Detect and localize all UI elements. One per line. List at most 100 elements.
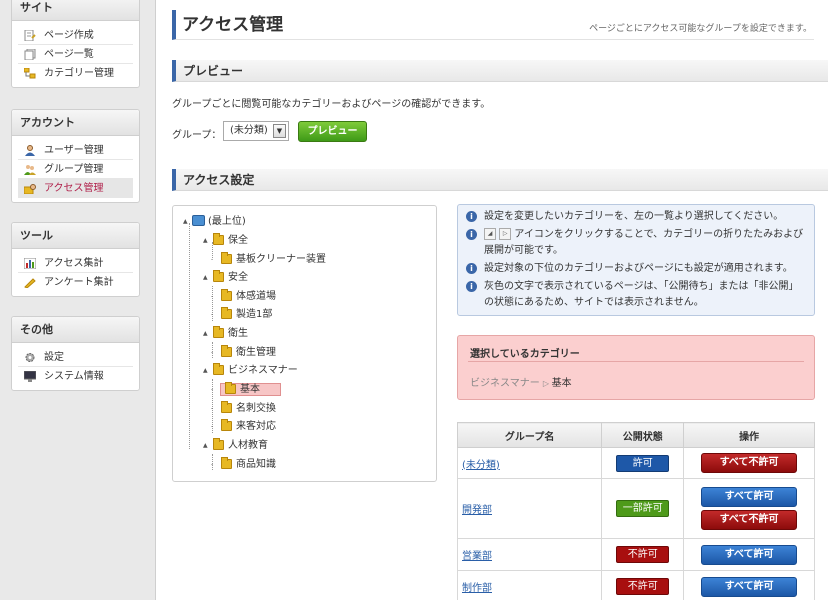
info-icon: i <box>466 281 477 292</box>
table-row: 開発部 一部許可 すべて許可 すべて不許可 <box>456 478 815 539</box>
sidebar-item-access[interactable]: アクセス管理 <box>18 179 133 198</box>
page-list-icon <box>24 49 36 60</box>
table-row: (未分類) 許可 すべて不許可 <box>456 447 815 479</box>
tree-item-label: 衛生 <box>228 328 248 339</box>
allow-all-button[interactable]: すべて許可 <box>701 544 798 565</box>
group-access-table: グループ名 公開状態 操作 (未分類) 許可 すべて不許可 開発部 一部許可 す… <box>456 422 815 600</box>
tree-item-label: 保全 <box>228 235 248 246</box>
actions-cell: すべて許可 <box>683 538 815 571</box>
collapse-icon[interactable]: ▲ <box>203 233 212 248</box>
sidebar-item-page-list[interactable]: ページ一覧 <box>18 45 133 64</box>
sidebar-item-label: カテゴリー管理 <box>44 68 114 79</box>
group-select[interactable]: (未分類) ▼ <box>223 121 289 141</box>
category-icon <box>24 68 36 79</box>
tree-item[interactable]: ▲ ビジネスマナー <box>203 363 298 378</box>
info-item: i 設定対象の下位のカテゴリーおよびページにも設定が適用されます。 <box>466 261 806 277</box>
tree-item-label: 安全 <box>228 272 248 283</box>
tree-item-label: 人材教育 <box>228 440 268 451</box>
chevron-down-icon[interactable]: ▼ <box>273 124 286 138</box>
sidebar-item-label: ページ一覧 <box>44 49 94 60</box>
sidebar-item-survey-stats[interactable]: アンケート集計 <box>18 273 133 292</box>
tree-branch: - <box>211 311 214 318</box>
group-link[interactable]: (未分類) <box>462 460 500 471</box>
group-label: グループ： <box>172 130 222 141</box>
sidebar-item-system-info[interactable]: システム情報 <box>18 367 133 386</box>
survey-icon <box>24 278 36 288</box>
deny-all-button[interactable]: すべて不許可 <box>701 453 798 473</box>
preview-button[interactable]: プレビュー <box>298 121 367 142</box>
tree-item-label: 基本 <box>220 382 281 396</box>
tree-item-label: 衛生管理 <box>236 347 276 358</box>
tree-item[interactable]: ▲ 安全 <box>203 270 248 285</box>
column-header: グループ名 <box>456 422 603 448</box>
allow-all-button[interactable]: すべて許可 <box>701 487 798 507</box>
info-text: アイコンをクリックすることで、カテゴリーの折りたたみおよび展開が可能です。 <box>484 229 804 256</box>
status-badge: 不許可 <box>616 546 670 563</box>
tree-item-label: 来客対応 <box>236 421 276 432</box>
status-badge: 許可 <box>616 454 670 472</box>
tree-item[interactable]: ▲ 保全 <box>203 233 248 248</box>
tree-item-root[interactable]: ▲ (最上位) <box>183 214 246 229</box>
tree-item[interactable]: - 商品知識 <box>211 457 276 472</box>
column-header: 操作 <box>683 422 815 448</box>
group-name-cell: 制作部 <box>456 570 603 600</box>
group-name-cell: (未分類) <box>456 447 603 479</box>
info-icon: i <box>466 229 477 240</box>
tree-item[interactable]: - 体感道場 <box>211 289 276 304</box>
sidebar-section-title: アカウント <box>12 110 139 136</box>
collapse-icon: ◢ <box>484 228 496 240</box>
group-link[interactable]: 開発部 <box>462 505 492 516</box>
tree-item[interactable]: - 製造1部 <box>211 307 272 322</box>
sidebar-item-category[interactable]: カテゴリー管理 <box>18 64 133 83</box>
allow-all-button[interactable]: すべて許可 <box>701 576 798 597</box>
sidebar-item-label: アンケート集計 <box>44 277 114 288</box>
status-cell: 許可 <box>601 447 685 479</box>
status-cell: 不許可 <box>601 538 685 571</box>
table-row: 制作部 不許可 すべて許可 <box>456 570 815 600</box>
status-cell: 不許可 <box>601 570 685 600</box>
actions-cell: すべて不許可 <box>683 447 815 479</box>
info-icon: i <box>466 263 477 274</box>
sidebar-item-page-create[interactable]: ページ作成 <box>18 26 133 45</box>
sidebar-section-title: その他 <box>12 317 139 343</box>
tree-item[interactable]: - 基板クリーナー装置 <box>211 252 326 267</box>
tree-item[interactable]: - 来客対応 <box>211 419 276 434</box>
group-link[interactable]: 制作部 <box>462 583 492 594</box>
tree-item-selected[interactable]: - 基本 <box>211 382 281 397</box>
selected-category-box: 選択しているカテゴリー ビジネスマナー ▷ 基本 <box>457 335 815 400</box>
tree-branch: - <box>211 405 214 412</box>
tree-item[interactable]: ▲ 衛生 <box>203 326 248 341</box>
tree-item[interactable]: - 名刺交換 <box>211 401 276 416</box>
group-link[interactable]: 営業部 <box>462 551 492 562</box>
sidebar-item-users[interactable]: ユーザー管理 <box>18 141 133 160</box>
page-create-icon <box>24 30 36 41</box>
collapse-icon[interactable]: ▲ <box>203 363 212 378</box>
collapse-icon[interactable]: ▲ <box>203 438 212 453</box>
info-text: 設定対象の下位のカテゴリーおよびページにも設定が適用されます。 <box>484 263 793 274</box>
collapse-icon[interactable]: ▲ <box>203 326 212 341</box>
folder-icon <box>221 419 232 431</box>
status-badge: 一部許可 <box>616 500 670 517</box>
tree-item-label: 基板クリーナー装置 <box>236 254 326 265</box>
sidebar-item-groups[interactable]: グループ管理 <box>18 160 133 179</box>
tree-item-label: 製造1部 <box>236 309 273 320</box>
tree-item[interactable]: ▲ 人材教育 <box>203 438 268 453</box>
sidebar-section-site: サイト ページ作成 ページ一覧 カテゴリー管理 <box>11 0 140 88</box>
folder-icon <box>213 363 224 375</box>
tree-item-label: 体感道場 <box>236 291 276 302</box>
deny-all-button[interactable]: すべて不許可 <box>701 510 798 530</box>
collapse-icon[interactable]: ▲ <box>203 270 212 285</box>
collapse-icon[interactable]: ▲ <box>183 214 192 229</box>
sidebar-section-other: その他 設定 システム情報 <box>11 316 140 391</box>
sidebar-section-tools: ツール アクセス集計 アンケート集計 <box>11 222 140 297</box>
sidebar-item-label: アクセス集計 <box>44 258 104 269</box>
info-text: 設定を変更したいカテゴリーを、左の一覧より選択してください。 <box>484 211 784 222</box>
sidebar-item-label: ページ作成 <box>44 30 94 41</box>
preview-heading: プレビュー <box>172 60 828 82</box>
sidebar-item-access-stats[interactable]: アクセス集計 <box>18 254 133 273</box>
column-header: 公開状態 <box>601 422 685 448</box>
folder-icon <box>213 270 224 282</box>
chevron-right-icon: ▷ <box>542 379 552 388</box>
tree-item[interactable]: - 衛生管理 <box>211 345 276 360</box>
sidebar-item-settings[interactable]: 設定 <box>18 348 133 367</box>
